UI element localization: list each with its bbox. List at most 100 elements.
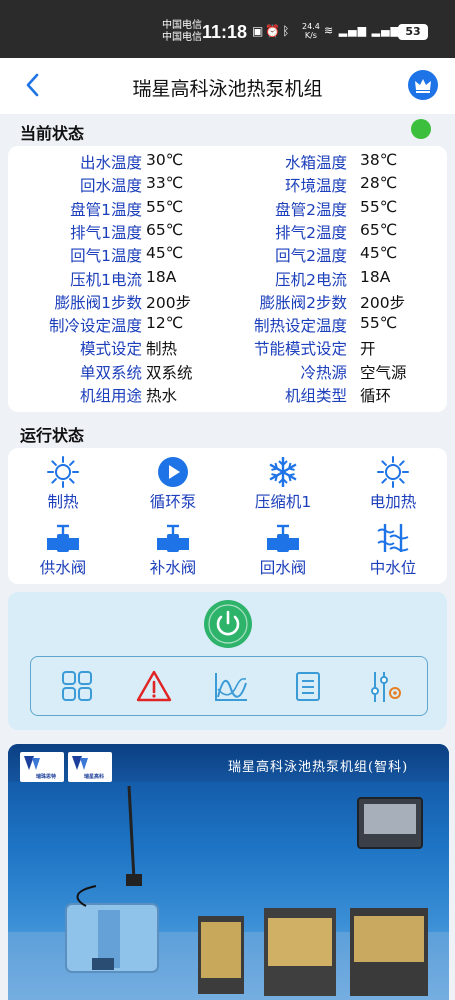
running-item-label: 中水位	[369, 559, 417, 577]
nfc-icon: ▣	[252, 24, 266, 38]
running-item: 压缩机1	[233, 456, 333, 516]
chart-button[interactable]	[211, 669, 251, 705]
vip-button[interactable]	[408, 70, 438, 100]
settings-sliders-icon	[371, 672, 401, 702]
wifi-icon: ≋	[324, 24, 335, 37]
grid-menu-button[interactable]	[57, 669, 97, 705]
status-row: 机组用途 热水 机组类型 循环	[8, 384, 447, 407]
power-button[interactable]	[204, 600, 252, 648]
carrier-info: 中国电信 中国电信	[162, 20, 202, 44]
power-icon	[208, 604, 248, 644]
network-speed: 24.4 K/s	[302, 22, 320, 40]
status-value: 38℃	[360, 151, 398, 169]
online-status-indicator	[411, 119, 431, 139]
alarm-clock-icon: ⏰	[265, 24, 283, 38]
status-value: 空气源	[360, 363, 407, 382]
status-row: 压机1电流 18A 压机2电流 18A	[8, 268, 447, 291]
status-table: 出水温度 30℃ 水箱温度 38℃ 回水温度 33℃ 环境温度 28℃ 盘管1温度 55℃ 盘管2温…	[8, 146, 447, 412]
product-banner: 瑞珠思特 瑞星高科 瑞星高科泳池热泵机组(智科)	[8, 744, 449, 1000]
status-label: 单双系统	[79, 363, 142, 382]
status-value: 18A	[360, 267, 391, 286]
play-circle-icon	[123, 456, 223, 488]
status-value: 200步	[146, 293, 192, 312]
brand-name-1: 瑞珠思特	[36, 774, 57, 780]
status-value: 45℃	[360, 244, 398, 263]
settings-button[interactable]	[365, 669, 405, 705]
status-label: 节能模式设定	[253, 340, 347, 359]
chart-icon	[215, 673, 247, 701]
sun-icon	[343, 456, 443, 488]
status-value: 55℃	[360, 314, 398, 333]
current-status-heading: 当前状态	[20, 124, 85, 143]
status-label: 盘管2温度	[275, 200, 347, 219]
net-speed-value: 24.4	[302, 22, 320, 31]
sun-icon	[13, 456, 113, 488]
brand-name-2: 瑞星高科	[84, 774, 105, 780]
status-value: 55℃	[360, 197, 398, 216]
running-item: 回水阀	[233, 522, 333, 582]
status-row: 制冷设定温度 12℃ 制热设定温度 55℃	[8, 314, 447, 337]
status-label: 冷热源	[300, 363, 347, 382]
bluetooth-icon: ᛒ	[282, 24, 292, 38]
list-button[interactable]	[288, 669, 328, 705]
status-value: 200步	[360, 293, 406, 312]
battery-indicator: 53	[398, 24, 428, 40]
page-title: 瑞星高科泳池热泵机组	[132, 78, 323, 100]
clock: 11:18	[202, 22, 248, 42]
status-label: 回气2温度	[275, 247, 347, 266]
status-label: 压机1电流	[70, 270, 142, 289]
snowflake-icon	[233, 456, 333, 488]
signal-icons: ≋ ▂▄▆ ▂▄▆	[324, 24, 400, 37]
banner-title: 瑞星高科泳池热泵机组(智科)	[228, 760, 409, 775]
system-status-bar: 中国电信 中国电信 11:18 ▣⏰ᛒ 24.4 K/s ≋ ▂▄▆ ▂▄▆ 5…	[0, 0, 455, 58]
status-value: 18A	[146, 267, 177, 286]
status-value: 65℃	[146, 220, 184, 239]
valve-icon	[123, 522, 223, 554]
status-label: 水箱温度	[284, 154, 347, 172]
carrier-1: 中国电信	[162, 20, 202, 31]
toolbar	[30, 656, 428, 716]
signal-4g-icon: ▂▄▆	[338, 24, 368, 37]
status-label: 出水温度	[79, 154, 142, 172]
status-label: 膨胀阀1步数	[54, 293, 142, 312]
valve-icon	[233, 522, 333, 554]
status-label: 压机2电流	[275, 270, 347, 289]
status-value: 55℃	[146, 197, 184, 216]
status-row: 模式设定 制热 节能模式设定开	[8, 337, 447, 360]
running-item-label: 制热	[47, 493, 79, 511]
running-item: 制热	[13, 456, 113, 516]
water-level-icon	[343, 522, 443, 554]
status-row: 膨胀阀1步数 200步 膨胀阀2步数 200步	[8, 291, 447, 314]
status-icons: ▣⏰ᛒ	[252, 24, 292, 38]
grid-icon	[62, 671, 92, 701]
alarm-button[interactable]	[134, 669, 174, 705]
status-row: 盘管1温度 55℃ 盘管2温度 55℃	[8, 198, 447, 221]
status-value: 双系统	[146, 363, 193, 382]
status-value: 开	[360, 340, 376, 359]
status-value: 45℃	[146, 244, 184, 263]
running-item-label: 压缩机1	[254, 493, 312, 511]
status-value: 热水	[146, 387, 178, 405]
running-item-label: 电加热	[369, 493, 417, 511]
control-panel	[8, 592, 447, 730]
status-value: 33℃	[146, 174, 184, 193]
alarm-icon	[136, 670, 172, 702]
status-label: 盘管1温度	[70, 200, 142, 219]
status-row: 回水温度 33℃ 环境温度 28℃	[8, 174, 447, 197]
carrier-2: 中国电信	[162, 32, 202, 43]
signal-4g-icon-2: ▂▄▆	[371, 24, 400, 37]
net-speed-unit: K/s	[304, 31, 317, 40]
status-label: 回气1温度	[70, 247, 142, 266]
running-item: 供水阀	[13, 522, 113, 582]
status-label: 排气2温度	[275, 223, 347, 242]
status-label: 回水温度	[79, 177, 142, 196]
running-item: 电加热	[343, 456, 443, 516]
status-label: 模式设定	[79, 340, 142, 359]
status-row: 单双系统 双系统 冷热源 空气源	[8, 361, 447, 384]
running-state-heading: 运行状态	[20, 426, 85, 445]
status-label: 机组用途	[79, 387, 142, 405]
status-value: 28℃	[360, 174, 398, 193]
nav-bar: 瑞星高科泳池热泵机组	[0, 58, 455, 114]
status-label: 机组类型	[284, 387, 347, 405]
crown-icon	[415, 79, 431, 93]
